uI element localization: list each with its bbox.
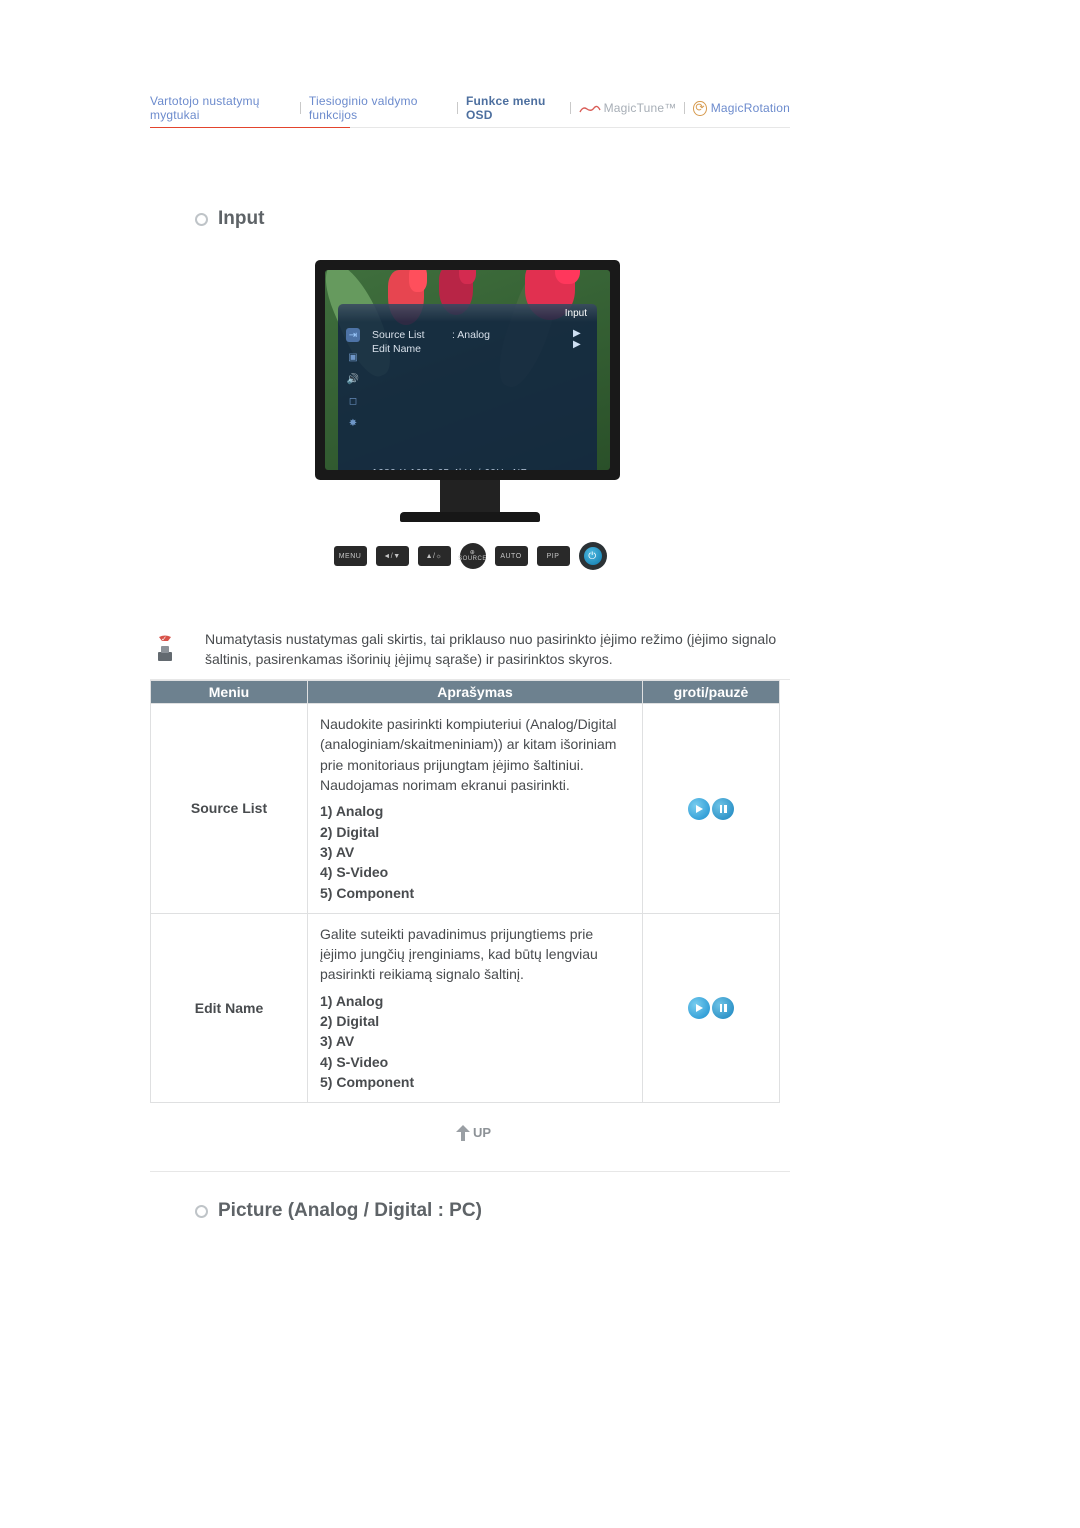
play-icon[interactable] (688, 997, 710, 1019)
table-row: Source List Naudokite pasirinkti kompiut… (151, 704, 780, 914)
monitor-figure: Input ⇥ ▣ 🔊 ◻ ✸ Source Lis (315, 260, 625, 570)
pause-icon[interactable] (712, 798, 734, 820)
auto-button: AUTO (495, 546, 528, 566)
divider (300, 102, 301, 114)
down-button: ◄/▼ (376, 546, 409, 566)
play-pause[interactable] (643, 913, 780, 1102)
nav-link[interactable]: MagicRotation (711, 101, 790, 115)
section-divider (150, 1171, 790, 1172)
note-icon: ✓ (150, 630, 180, 664)
sound-icon: 🔊 (346, 372, 360, 386)
osd-title: Input (565, 308, 587, 319)
magicrotation-icon (693, 101, 706, 116)
up-link[interactable]: UP (150, 1103, 790, 1171)
power-button: ⏻ (579, 542, 607, 570)
nav-link[interactable]: Tiesioginio valdymo funkcijos (309, 94, 449, 122)
monitor-buttons: MENU ◄/▼ ▲/☼ ⊕ SOURCE AUTO PIP ⏻ (315, 522, 625, 570)
osd-row: Source List : Analog (372, 328, 573, 342)
table-row: Edit Name Galite suteikti pavadinimus pr… (151, 913, 780, 1102)
source-button: ⊕ SOURCE (460, 543, 486, 569)
play-icon[interactable] (688, 798, 710, 820)
nav-underline (150, 127, 790, 128)
nav-link[interactable]: MagicTune™ (604, 101, 677, 115)
menu-desc: Galite suteikti pavadinimus prijungtiems… (308, 913, 643, 1102)
section-heading-picture: Picture (Analog / Digital : PC) (195, 1200, 790, 1222)
osd-panel: Input ⇥ ▣ 🔊 ◻ ✸ Source Lis (338, 304, 597, 470)
th-menu: Meniu (151, 681, 308, 704)
heading-text: Input (218, 208, 264, 230)
pip-icon: ◻ (346, 394, 360, 408)
note-row: ✓ Numatytasis nustatymas gali skirtis, t… (150, 630, 790, 680)
bullet-icon (195, 1205, 208, 1218)
osd-row: Edit Name (372, 342, 573, 356)
divider (570, 102, 571, 114)
pip-button: PIP (537, 546, 570, 566)
th-desc: Aprašymas (308, 681, 643, 704)
th-pp: groti/pauzė (643, 681, 780, 704)
up-button: ▲/☼ (418, 546, 451, 566)
menu-name: Edit Name (151, 913, 308, 1102)
nav-link-active[interactable]: Funkce menu OSD (466, 94, 562, 122)
menu-desc: Naudokite pasirinkti kompiuteriui (Analo… (308, 704, 643, 914)
magictune-icon (579, 101, 604, 115)
top-nav: Vartotojo nustatymų mygtukai Tiesioginio… (150, 90, 790, 124)
heading-text: Picture (Analog / Digital : PC) (218, 1200, 482, 1222)
pause-icon[interactable] (712, 997, 734, 1019)
menu-name: Source List (151, 704, 308, 914)
menu-table: Meniu Aprašymas groti/pauzė Source List … (150, 680, 780, 1103)
note-text: Numatytasis nustatymas gali skirtis, tai… (205, 630, 790, 669)
menu-button: MENU (334, 546, 367, 566)
play-pause[interactable] (643, 704, 780, 914)
bullet-icon (195, 213, 208, 226)
setup-icon: ✸ (346, 416, 360, 430)
section-heading-input: Input (195, 208, 790, 230)
picture-icon: ▣ (346, 350, 360, 364)
svg-text:✓: ✓ (161, 636, 167, 643)
nav-link[interactable]: Vartotojo nustatymų mygtukai (150, 94, 292, 122)
arrow-icons: ▶▶ (573, 328, 587, 430)
divider (684, 102, 685, 114)
input-icon: ⇥ (346, 328, 360, 342)
osd-resolution: 1680 X 1050 65.4kHz/ 60Hz NP (338, 430, 597, 470)
divider (457, 102, 458, 114)
